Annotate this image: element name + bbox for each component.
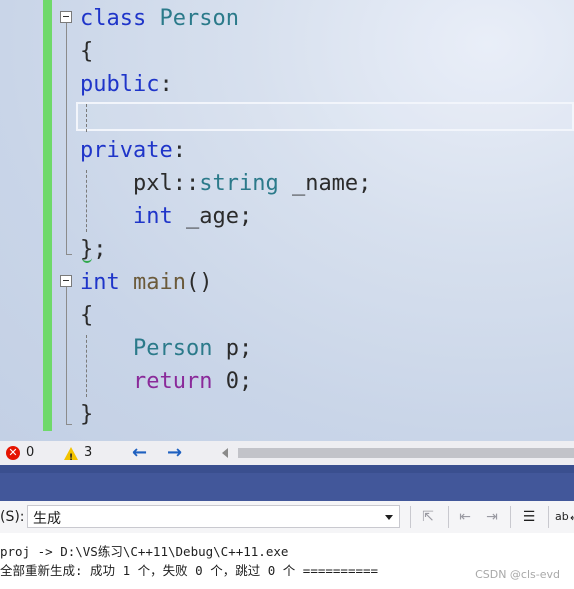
code-token: _age; bbox=[172, 204, 253, 229]
code-token: private bbox=[80, 138, 173, 163]
code-token: { bbox=[80, 303, 94, 328]
output-source-select[interactable]: 生成 bbox=[27, 505, 400, 528]
editor-status-bar: ✕ 0 ! 3 ← → bbox=[0, 441, 574, 465]
word-wrap-icon[interactable]: ab↲ bbox=[555, 507, 574, 527]
code-token: int bbox=[132, 204, 173, 229]
outline-line bbox=[66, 23, 67, 255]
output-panel-header bbox=[0, 465, 574, 501]
output-source-value: 生成 bbox=[33, 511, 61, 527]
arrow-right-icon: → bbox=[167, 442, 183, 463]
collapse-main-icon[interactable] bbox=[60, 275, 72, 287]
error-count-value: 0 bbox=[26, 445, 35, 460]
code-token: string bbox=[199, 171, 279, 196]
code-token: () bbox=[185, 270, 213, 295]
code-token: Person bbox=[132, 336, 213, 361]
code-token: _name; bbox=[278, 171, 372, 196]
clear-all-icon[interactable]: ☰ bbox=[519, 507, 539, 527]
output-line: proj -> D:\VS练习\C++11\Debug\C++11.exe bbox=[0, 544, 289, 559]
warning-icon: ! bbox=[64, 446, 78, 463]
collapse-class-icon[interactable] bbox=[60, 11, 72, 23]
code-line[interactable]: { bbox=[80, 35, 93, 68]
code-token: : bbox=[172, 138, 186, 163]
code-line[interactable]: Person p; bbox=[80, 332, 252, 365]
code-token: p; bbox=[212, 336, 253, 361]
previous-message-icon[interactable]: ⇤ bbox=[455, 507, 475, 527]
code-line[interactable]: int main() bbox=[80, 266, 212, 299]
warning-count[interactable]: ! 3 bbox=[64, 444, 93, 463]
chevron-down-icon bbox=[385, 515, 393, 520]
navigate-forward-button[interactable]: → bbox=[167, 444, 182, 462]
error-icon: ✕ bbox=[6, 446, 20, 460]
next-message-icon[interactable]: ⇥ bbox=[482, 507, 502, 527]
error-count[interactable]: ✕ 0 bbox=[6, 444, 34, 462]
code-line[interactable]: pxl::string _name; bbox=[80, 167, 371, 200]
panel-divider bbox=[0, 465, 574, 473]
code-token: : bbox=[159, 72, 173, 97]
horizontal-scrollbar[interactable] bbox=[238, 448, 574, 458]
outline-end-tick bbox=[66, 254, 72, 255]
code-token: { bbox=[80, 39, 94, 64]
toolbar-separator bbox=[448, 506, 449, 528]
indent-guide bbox=[86, 104, 87, 132]
code-token: :: bbox=[172, 171, 200, 196]
code-line[interactable]: int _age; bbox=[80, 200, 252, 233]
code-token: class bbox=[80, 6, 147, 31]
output-source-label: (S): bbox=[0, 509, 25, 525]
find-message-icon[interactable]: ⇱ bbox=[418, 507, 438, 527]
watermark: CSDN @cls-evd bbox=[475, 568, 560, 581]
current-line-highlight bbox=[76, 102, 574, 131]
code-token: Person bbox=[146, 6, 239, 31]
warning-count-value: 3 bbox=[84, 445, 93, 460]
code-line[interactable]: return 0; bbox=[80, 365, 252, 398]
code-token: }; bbox=[80, 237, 107, 262]
navigate-back-button[interactable]: ← bbox=[132, 444, 147, 462]
code-token: main bbox=[119, 270, 186, 295]
code-token: return bbox=[132, 369, 213, 394]
code-line[interactable]: } bbox=[80, 398, 93, 431]
arrow-left-icon: ← bbox=[132, 442, 148, 463]
output-line: 全部重新生成: 成功 1 个，失败 0 个，跳过 0 个 ========== bbox=[0, 563, 379, 578]
output-toolbar: (S): 生成 ⇱ ⇤ ⇥ ☰ ab↲ bbox=[0, 501, 574, 533]
code-line[interactable]: class Person bbox=[80, 2, 239, 35]
scroll-left-icon[interactable] bbox=[222, 448, 228, 458]
change-tracking-bar bbox=[43, 0, 52, 431]
code-token: public bbox=[80, 72, 160, 97]
code-line[interactable]: public: bbox=[80, 68, 173, 101]
outline-end-tick bbox=[66, 424, 72, 425]
outline-line bbox=[66, 287, 67, 425]
code-token: int bbox=[80, 270, 120, 295]
code-token: pxl bbox=[80, 171, 173, 196]
code-token: } bbox=[80, 402, 94, 427]
code-line[interactable]: }; bbox=[80, 233, 107, 266]
code-line[interactable]: { bbox=[80, 299, 93, 332]
code-line[interactable]: private: bbox=[80, 134, 186, 167]
code-editor[interactable]: class Person{public: private: pxl::string… bbox=[0, 0, 574, 441]
toolbar-separator bbox=[548, 506, 549, 528]
code-token: 0; bbox=[212, 369, 253, 394]
toolbar-separator bbox=[410, 506, 411, 528]
output-text-area[interactable]: proj -> D:\VS练习\C++11\Debug\C++11.exe 全部… bbox=[0, 533, 574, 589]
toolbar-separator bbox=[510, 506, 511, 528]
